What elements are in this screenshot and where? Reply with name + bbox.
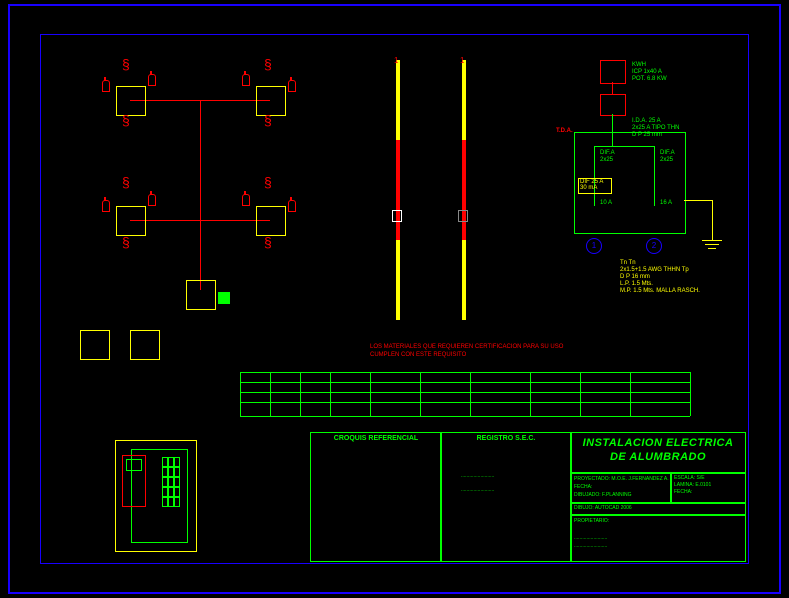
cable-icon: § bbox=[264, 178, 272, 186]
info-box: ESCALA: S/E LAMINA: E.0101 FECHA: bbox=[670, 472, 746, 504]
spec-text: L.P. 1.5 Mts. bbox=[620, 281, 653, 287]
amp-label: 16 A bbox=[660, 200, 672, 206]
circuit-number: 1 bbox=[586, 238, 602, 254]
layout-diagram: § § § § § § § § bbox=[80, 60, 340, 320]
owner-box: PROPIETARIO: ........................ ..… bbox=[570, 514, 746, 562]
single-line-diagram: KWH ICP 1x40 A POT. 6.8 KW T.D.A. I.D.A.… bbox=[550, 60, 750, 310]
diff-spec: 30 mA bbox=[580, 185, 597, 191]
outlet-icon bbox=[288, 200, 296, 216]
icp-box bbox=[600, 94, 626, 116]
ida-label: I.D.A. 25 A bbox=[632, 118, 661, 124]
junction-box bbox=[256, 206, 286, 236]
spec-text: M.P. 1.5 Mts. MALLA RASCH. bbox=[620, 288, 700, 294]
info-box: PROYECTADO: M.O.E. J.FERNANDEZ A. FECHA:… bbox=[570, 472, 672, 504]
legend-box bbox=[130, 330, 160, 360]
icp-label: ICP 1x40 A bbox=[632, 69, 662, 75]
title-block: CROQUIS REFERENCIAL REGISTRO S.E.C. ....… bbox=[310, 432, 746, 561]
riser-pole bbox=[462, 60, 466, 320]
spec-text: Tn Tn bbox=[620, 260, 636, 266]
junction-box bbox=[116, 86, 146, 116]
info-text: DIBUJO: AUTOCAD 2006 bbox=[574, 505, 632, 511]
cable-icon: § bbox=[122, 178, 130, 186]
diff-label: DIF.A bbox=[600, 150, 615, 156]
info-text: FECHA: bbox=[574, 484, 592, 490]
registro-box: REGISTRO S.E.C. ........................… bbox=[440, 432, 572, 562]
diff-label: 2x25 bbox=[600, 157, 613, 163]
info-text: PROYECTADO: M.O.E. J.FERNANDEZ A. bbox=[574, 476, 669, 482]
info-text: FECHA: bbox=[674, 489, 692, 495]
croquis-box: CROQUIS REFERENCIAL bbox=[310, 432, 442, 562]
drawing-title: INSTALACION ELECTRICA bbox=[571, 437, 745, 449]
meter-box bbox=[600, 60, 626, 84]
cable-icon: § bbox=[264, 116, 272, 124]
drawing-canvas: § § § § § § § § 1 1 KWH ICP 1x40 A POT. … bbox=[0, 0, 789, 598]
reg-line: ........................ bbox=[461, 473, 494, 479]
cable-icon: § bbox=[122, 238, 130, 246]
outlet-icon bbox=[148, 194, 156, 210]
outlet-icon bbox=[102, 80, 110, 96]
legend-box bbox=[80, 330, 110, 360]
croquis-label: CROQUIS REFERENCIAL bbox=[311, 435, 441, 442]
owner-text: ........................ bbox=[574, 535, 607, 541]
outlet-icon bbox=[148, 74, 156, 90]
outlet-icon bbox=[242, 74, 250, 90]
materials-note: LOS MATERIALES QUE REQUIEREN CERTIFICACI… bbox=[370, 344, 563, 350]
diff-label: DIF.A bbox=[660, 150, 675, 156]
ground-icon bbox=[702, 240, 722, 254]
panel-illustration bbox=[115, 440, 197, 552]
circuit-number: 2 bbox=[646, 238, 662, 254]
panel-marker bbox=[218, 292, 230, 304]
outlet-icon bbox=[288, 80, 296, 96]
diff-label: 2x25 bbox=[660, 157, 673, 163]
junction-box bbox=[116, 206, 146, 236]
info-text: DIBUJADO: F.PLANNING bbox=[574, 492, 632, 498]
ida-label: 2x25 A TIPO THN bbox=[632, 125, 679, 131]
cable-icon: § bbox=[264, 60, 272, 68]
cable-icon: § bbox=[122, 116, 130, 124]
amp-label: 10 A bbox=[600, 200, 612, 206]
riser-fitting bbox=[392, 210, 402, 222]
pot-label: POT. 6.8 KW bbox=[632, 76, 667, 82]
info-text: ESCALA: S/E bbox=[674, 475, 705, 481]
main-box bbox=[186, 280, 216, 310]
cable-icon: § bbox=[264, 238, 272, 246]
spec-text: D P 16 mm bbox=[620, 274, 650, 280]
riser-pole bbox=[396, 60, 400, 320]
meter-label: KWH bbox=[632, 62, 646, 68]
riser-label: 1 bbox=[460, 56, 464, 65]
outlet-icon bbox=[102, 200, 110, 216]
reg-line: ........................ bbox=[461, 487, 494, 493]
drawing-title: DE ALUMBRADO bbox=[571, 451, 745, 463]
riser-label: 1 bbox=[394, 56, 398, 65]
owner-text: ........................ bbox=[574, 543, 607, 549]
materials-note: CUMPLEN CON ESTE REQUISITO bbox=[370, 352, 466, 358]
cable-icon: § bbox=[122, 60, 130, 68]
info-text: LAMINA: E.0101 bbox=[674, 482, 711, 488]
owner-label: PROPIETARIO: bbox=[574, 518, 609, 524]
spec-text: 2x1.5+1.5 AWG THHN Tp bbox=[620, 267, 689, 273]
materials-table bbox=[240, 372, 690, 416]
registro-label: REGISTRO S.E.C. bbox=[441, 435, 571, 442]
title-box: INSTALACION ELECTRICA DE ALUMBRADO bbox=[570, 432, 746, 474]
outlet-icon bbox=[242, 194, 250, 210]
tda-label: T.D.A. bbox=[556, 128, 573, 134]
riser-fitting bbox=[458, 210, 468, 222]
